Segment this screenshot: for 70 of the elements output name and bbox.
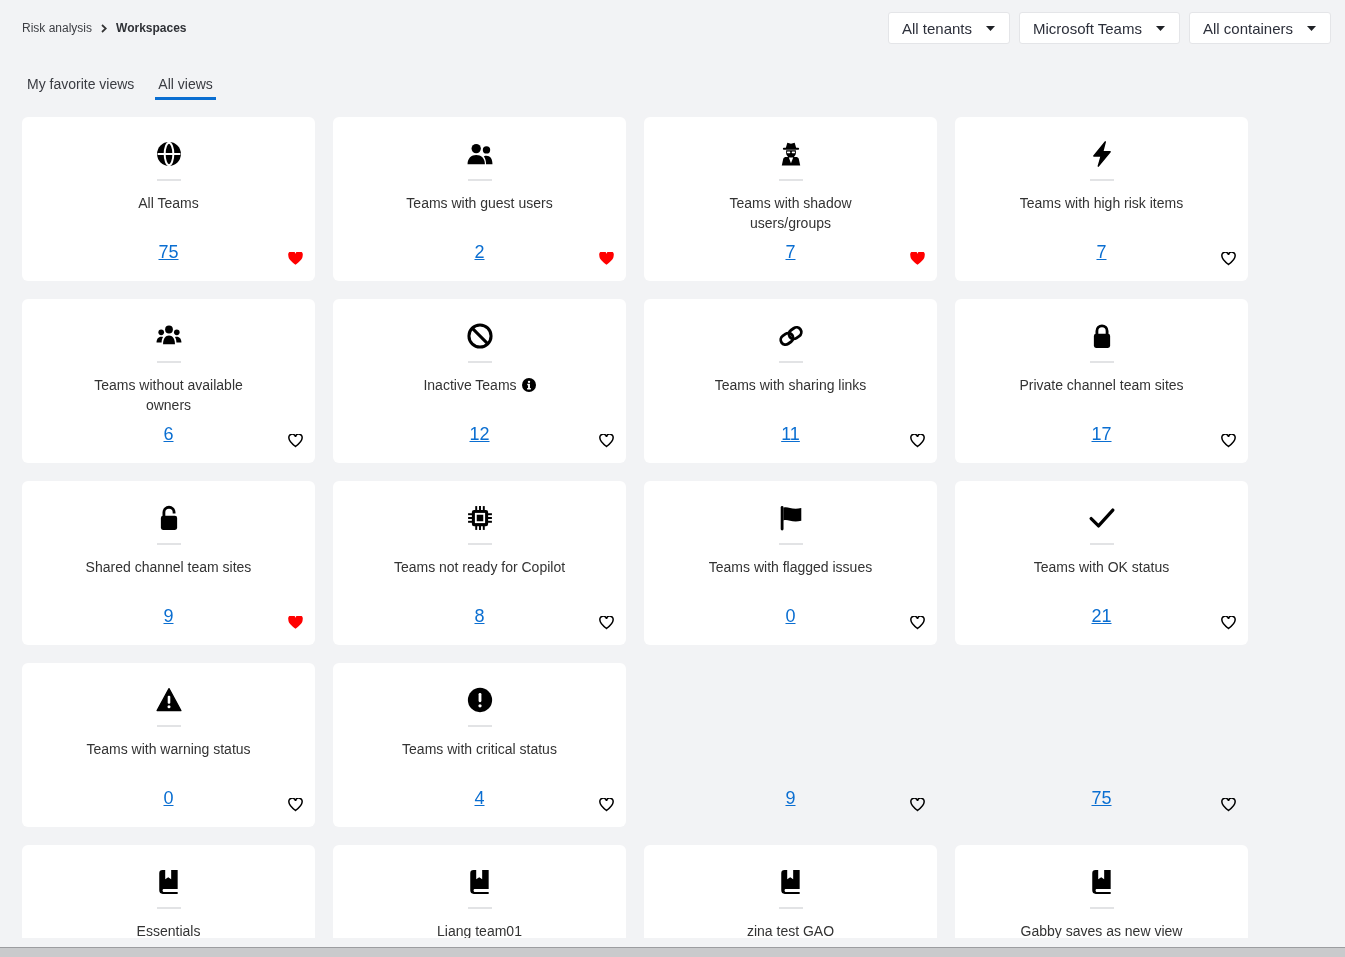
heart-outline-icon[interactable] [1221,798,1236,812]
heart-icon[interactable] [599,252,614,266]
heart-outline-icon[interactable] [910,434,925,448]
card-title: Private channel team sites [1019,376,1184,395]
heart-outline-icon[interactable] [1221,434,1236,448]
count-link[interactable]: 0 [163,786,174,810]
heart-outline-icon[interactable] [1221,252,1236,266]
count-link[interactable]: 17 [1091,422,1112,446]
globe-icon [155,141,182,167]
card-title: Teams with warning status [86,740,251,759]
two-people-icon [466,141,493,167]
prohibited-icon [466,323,493,349]
card-title: Gabby saves as new view [1020,922,1183,938]
exclamation-circle-icon [466,687,493,713]
card-title: Teams with critical status [402,740,557,759]
count-link[interactable]: 21 [1091,604,1112,628]
card-title: Teams with sharing links [714,376,867,395]
heart-outline-icon[interactable] [599,434,614,448]
count-link[interactable]: 75 [1091,786,1112,810]
card-title: Teams not ready for Copilot [393,558,566,577]
card-title: Inactive Teams [423,376,517,395]
card-title: zina test GAO [746,922,835,938]
card-title: Teams with high risk items [1019,194,1184,213]
count-link[interactable]: 75 [158,240,179,264]
card-title: Shared channel team sites [85,558,252,577]
card-title: Teams with flagged issues [708,558,873,577]
link-icon [777,323,804,349]
count-link[interactable]: 7 [785,240,796,264]
heart-outline-icon[interactable] [288,434,303,448]
info-icon[interactable] [521,378,536,392]
heart-outline-icon[interactable] [599,798,614,812]
breadcrumb-link[interactable]: Risk analysis [22,21,93,35]
caret-down-icon [1307,25,1316,31]
card-title: Teams with guest users [406,194,553,213]
caret-down-icon [1155,25,1165,31]
heart-icon[interactable] [288,252,303,266]
filter-dropdown[interactable]: All tenants [888,12,1011,44]
count-link[interactable]: 11 [781,422,800,446]
count-link[interactable]: 6 [163,422,174,446]
heart-outline-icon[interactable] [1221,616,1236,630]
count-link[interactable]: 12 [469,422,490,446]
count-link[interactable]: 9 [163,604,174,628]
heart-outline-icon[interactable] [599,616,614,630]
tab[interactable]: All views [155,74,216,100]
breadcrumb-current: Workspaces [116,21,187,35]
heart-outline-icon[interactable] [910,798,925,812]
card-title: Teams without available owners [93,376,244,415]
microchip-icon [466,505,493,531]
count-link[interactable]: 0 [785,604,796,628]
count-link[interactable]: 7 [1096,240,1107,264]
heart-icon[interactable] [910,252,925,266]
heart-outline-icon[interactable] [288,798,303,812]
count-link[interactable]: 9 [785,786,796,810]
filter-dropdown[interactable]: Microsoft Teams [1019,12,1180,44]
heart-icon[interactable] [288,616,303,630]
count-link[interactable]: 8 [474,604,485,628]
caret-down-icon [986,25,996,31]
card-title: Teams with shadow users/groups [728,194,853,233]
card-title: Teams with OK status [1033,558,1170,577]
checkmark-icon [1088,505,1115,531]
filter-dropdown[interactable]: All containers [1188,12,1331,44]
card-title: All Teams [138,194,199,213]
card-title: Essentials [136,922,201,938]
tab[interactable]: My favorite views [24,74,138,100]
warning-triangle-icon [155,687,182,713]
count-link[interactable]: 2 [474,240,485,264]
count-link[interactable]: 4 [474,786,485,810]
card-title: Liang team01 [437,922,522,938]
heart-outline-icon[interactable] [910,616,925,630]
chevron-right-icon [101,23,108,33]
